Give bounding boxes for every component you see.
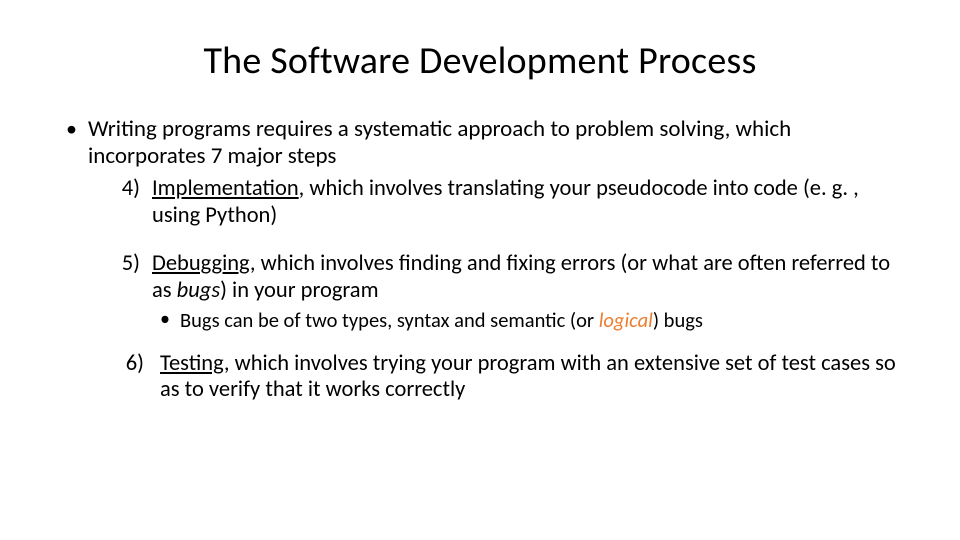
intro-bullet: Writing programs requires a systematic a…: [60, 116, 900, 404]
intro-text: Writing programs requires a systematic a…: [88, 115, 791, 170]
step-5-bugs-word: bugs: [177, 277, 220, 304]
step-5-keyword: Debugging: [152, 250, 250, 277]
step-6-number: 6): [110, 351, 144, 378]
step-5-rest-c: ) in your program: [220, 277, 378, 304]
step-4: 4) Implementation, which involves transl…: [88, 176, 900, 229]
step-5: 5) Debugging, which involves finding and…: [88, 251, 900, 332]
step-5-number: 5): [106, 251, 140, 278]
step-6-keyword: Testing: [160, 350, 224, 377]
step-5-sub-a: Bugs can be of two types, syntax and sem…: [180, 307, 599, 333]
step-4-number: 4): [106, 176, 140, 203]
step-6: 6) Testing, which involves trying your p…: [88, 351, 900, 404]
slide-body: Writing programs requires a systematic a…: [60, 116, 900, 404]
slide-title: The Software Development Process: [60, 38, 900, 84]
step-5-sub-b: ) bugs: [653, 307, 703, 333]
step-5-sub: Bugs can be of two types, syntax and sem…: [152, 308, 900, 332]
step-5-sub-accent: logical: [599, 307, 653, 333]
step-4-keyword: Implementation: [152, 175, 299, 202]
step-6-rest: , which involves trying your program wit…: [160, 350, 896, 404]
